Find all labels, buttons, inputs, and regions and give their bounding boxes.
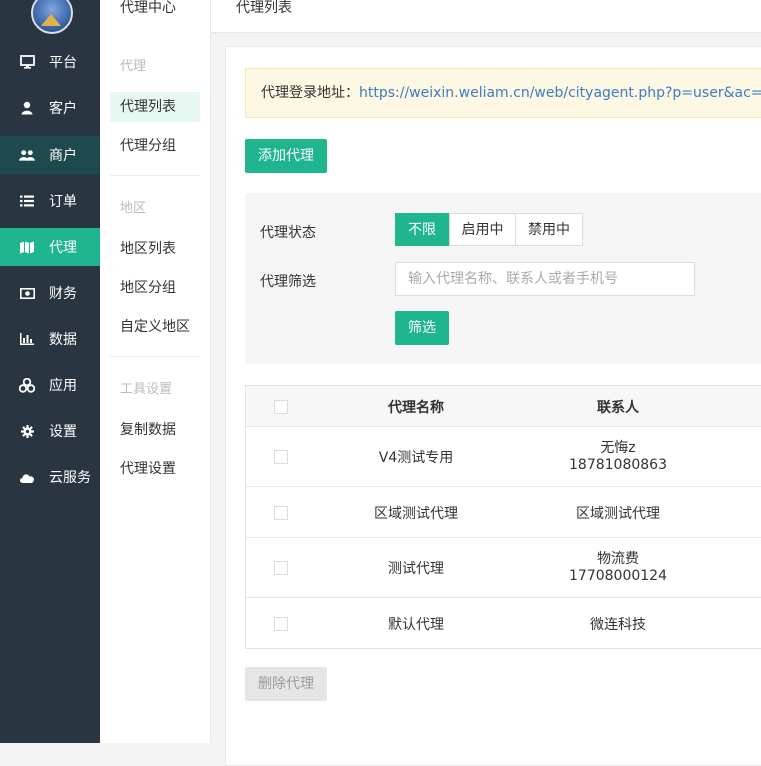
status-option-enabled[interactable]: 启用中 <box>449 213 516 246</box>
subnav-link-agent-settings[interactable]: 代理设置 <box>110 454 200 484</box>
status-filter-label: 代理状态 <box>260 225 316 241</box>
nav-item-merchant[interactable]: 商户 <box>0 136 100 174</box>
contact-name: 微连科技 <box>590 617 646 633</box>
select-all-checkbox[interactable] <box>274 400 288 414</box>
nav-item-label: 云服务 <box>49 470 91 486</box>
users-icon <box>19 147 35 163</box>
top-bar: 代理列表 <box>211 0 761 33</box>
contact-phone: 17708000124 <box>569 568 667 584</box>
status-option-all[interactable]: 不限 <box>395 213 449 246</box>
header-contact: 联系人 <box>597 400 639 416</box>
header-agent-name: 代理名称 <box>388 400 444 416</box>
user-icon <box>19 100 35 116</box>
subnav-link-region-list[interactable]: 地区列表 <box>110 234 200 264</box>
row-checkbox[interactable] <box>274 561 288 575</box>
nav-item-label: 应用 <box>49 378 77 394</box>
nav-item-label: 平台 <box>49 55 77 71</box>
table-row[interactable]: 测试代理 物流费 17708000124 <box>246 538 761 598</box>
row-checkbox[interactable] <box>274 450 288 464</box>
nav-item-platform[interactable]: 平台 <box>0 43 100 81</box>
subnav-link-custom-region[interactable]: 自定义地区 <box>110 312 200 342</box>
nav-item-label: 数据 <box>49 332 77 348</box>
nav-item-label: 订单 <box>49 194 77 210</box>
breadcrumb: 代理列表 <box>236 0 292 16</box>
search-filter-label: 代理筛选 <box>260 274 316 290</box>
nav-item-finance[interactable]: 财务 <box>0 274 100 312</box>
subnav-link-copy-data[interactable]: 复制数据 <box>110 415 200 445</box>
row-checkbox[interactable] <box>274 617 288 631</box>
subnav-link-agent-group[interactable]: 代理分组 <box>110 131 200 161</box>
map-icon <box>19 239 35 255</box>
agent-search-input[interactable] <box>395 262 695 296</box>
row-checkbox[interactable] <box>274 506 288 520</box>
agent-table: 代理名称 联系人 V4测试专用 无悔z 18781080863 区域测试代理 区… <box>245 385 761 649</box>
list-icon <box>19 193 35 209</box>
subnav-link-region-group[interactable]: 地区分组 <box>110 273 200 303</box>
filter-submit-button[interactable]: 筛选 <box>395 311 449 345</box>
contact-phone: 18781080863 <box>569 457 667 473</box>
contact-name: 无悔z <box>600 440 636 456</box>
add-agent-button[interactable]: 添加代理 <box>245 139 327 173</box>
cloud-icon <box>19 469 35 485</box>
contact-name: 区域测试代理 <box>576 506 660 522</box>
monitor-icon <box>19 54 35 70</box>
nav-item-apps[interactable]: 应用 <box>0 366 100 404</box>
logo[interactable] <box>31 0 73 34</box>
agent-name: 测试代理 <box>388 561 444 577</box>
agent-name: 默认代理 <box>388 617 444 633</box>
main-sidebar: 平台 客户 商户 订单 代理 财务 数据 应用 设置 云服务 <box>0 0 100 743</box>
login-url-link[interactable]: https://weixin.weliam.cn/web/cityagent.p… <box>359 85 761 101</box>
agent-name: V4测试专用 <box>378 450 454 466</box>
bar-chart-icon <box>19 331 35 347</box>
nav-item-label: 设置 <box>49 424 77 440</box>
subnav-link-agent-list[interactable]: 代理列表 <box>110 92 200 122</box>
apps-icon <box>19 377 35 393</box>
nav-item-customer[interactable]: 客户 <box>0 89 100 127</box>
table-row[interactable]: 默认代理 微连科技 <box>246 598 761 648</box>
notice-label: 代理登录地址： <box>261 85 359 101</box>
login-url-notice: 代理登录地址：https://weixin.weliam.cn/web/city… <box>245 68 761 118</box>
nav-item-orders[interactable]: 订单 <box>0 182 100 220</box>
divider <box>110 175 200 176</box>
delete-agent-button[interactable]: 删除代理 <box>245 667 327 701</box>
table-header-row: 代理名称 联系人 <box>246 386 761 427</box>
divider <box>110 356 200 357</box>
contact-name: 物流费 <box>597 551 639 567</box>
nav-item-settings[interactable]: 设置 <box>0 412 100 450</box>
subnav-group-region: 地区 <box>120 201 147 216</box>
nav-item-label: 商户 <box>49 148 77 164</box>
subnav-group-tools: 工具设置 <box>120 382 173 397</box>
nav-item-label: 代理 <box>49 240 77 256</box>
secondary-sidebar: 代理中心 代理 代理列表 代理分组 地区 地区列表 地区分组 自定义地区 工具设… <box>100 0 211 743</box>
nav-item-cloud[interactable]: 云服务 <box>0 458 100 496</box>
nav-item-agent[interactable]: 代理 <box>0 228 100 266</box>
table-row[interactable]: V4测试专用 无悔z 18781080863 <box>246 427 761 487</box>
nav-item-label: 财务 <box>49 286 77 302</box>
nav-item-data[interactable]: 数据 <box>0 320 100 358</box>
nav-item-label: 客户 <box>49 101 77 117</box>
subnav-title: 代理中心 <box>120 0 176 16</box>
table-row[interactable]: 区域测试代理 区域测试代理 <box>246 487 761 538</box>
status-option-disabled[interactable]: 禁用中 <box>515 213 583 246</box>
agent-name: 区域测试代理 <box>374 506 458 522</box>
money-icon <box>19 285 35 301</box>
subnav-group-agent: 代理 <box>120 59 147 74</box>
gear-icon <box>19 423 35 439</box>
